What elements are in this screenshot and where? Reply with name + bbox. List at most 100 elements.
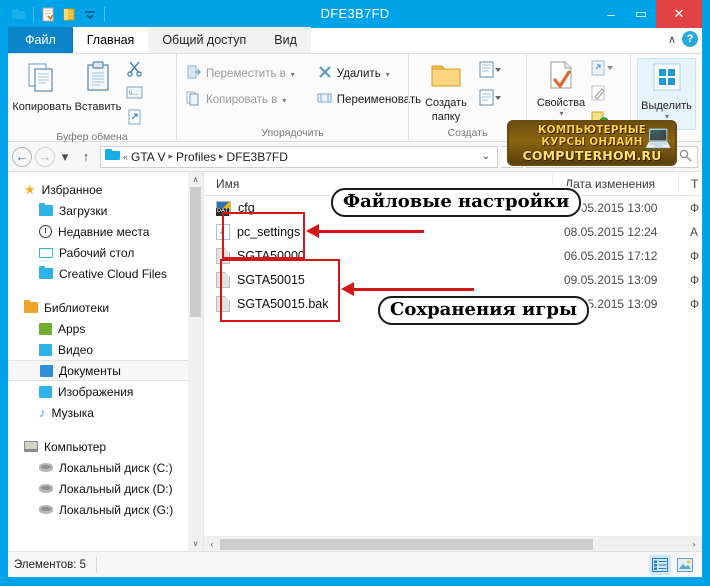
hscroll-right-button[interactable]: › <box>686 537 702 552</box>
sidebar-scroll-down-button[interactable]: ∨ <box>188 536 203 551</box>
sidebar-item-music-label: Музыка <box>51 405 94 420</box>
file-date-cell: 06.05.2015 17:12 <box>564 249 658 263</box>
breadcrumb[interactable]: « GTA V ▸ Profiles ▸ DFE3B7FD ⌄ <box>100 145 498 168</box>
minimize-button[interactable]: – <box>596 0 626 28</box>
clipboard-small-buttons: \\... <box>126 58 143 130</box>
breadcrumb-separator-1[interactable]: ▸ <box>168 151 173 162</box>
disk-icon <box>39 505 53 514</box>
sidebar-scroll-up-button[interactable]: ∧ <box>188 172 203 187</box>
documents-icon <box>40 364 53 377</box>
forward-button[interactable]: → <box>35 146 55 167</box>
sidebar-item-desktop[interactable]: Рабочий стол <box>8 242 203 263</box>
column-header-type[interactable]: Т <box>678 171 702 196</box>
history-dropdown-button[interactable]: ▾ <box>58 146 72 168</box>
paste-button[interactable]: Вставить <box>70 58 126 113</box>
sidebar-item-video[interactable]: Видео <box>8 339 203 360</box>
nav-section-computer[interactable]: Компьютер <box>8 436 203 457</box>
folder-icon <box>39 203 53 216</box>
sidebar-item-music[interactable]: ♪ Музыка <box>8 402 203 423</box>
up-button[interactable]: ↑ <box>75 146 97 168</box>
move-to-button[interactable]: Переместить в ▾ <box>183 64 298 84</box>
properties-button[interactable]: Свойства ▾ <box>533 58 589 118</box>
sidebar-item-creative-cloud-files[interactable]: Creative Cloud Files <box>8 263 203 284</box>
watermark-line1: КОМПЬЮТЕРНЫЕ <box>537 123 647 136</box>
tab-view[interactable]: Вид <box>260 27 311 53</box>
breadcrumb-item-profiles[interactable]: Profiles <box>176 150 216 164</box>
horizontal-scrollbar[interactable]: ‹ › <box>204 536 702 551</box>
breadcrumb-overflow[interactable]: « <box>123 152 128 162</box>
sidebar-item-recent-places-label: Недавние места <box>58 224 150 239</box>
breadcrumb-dropdown-icon[interactable]: ⌄ <box>482 151 493 162</box>
copy-to-icon <box>186 90 202 111</box>
watermark-line3: COMPUTERHOM.RU <box>522 147 662 163</box>
delete-caret[interactable]: ▾ <box>386 70 390 79</box>
ribbon-group-clipboard: Копировать Вставить \\... Буфер обмена <box>8 54 176 143</box>
disk-icon <box>39 463 53 472</box>
paste-shortcut-icon[interactable] <box>126 108 143 130</box>
status-separator <box>96 556 98 573</box>
help-icon[interactable]: ? <box>682 31 698 47</box>
copy-to-button[interactable]: Копировать в ▾ <box>183 90 298 110</box>
file-type-cell: Ф <box>690 201 700 215</box>
rename-icon <box>317 90 333 111</box>
video-icon <box>39 343 52 356</box>
annotation-label-settings: Файловые настройки <box>331 188 582 217</box>
select-icon <box>651 61 683 98</box>
folder-icon <box>39 266 53 279</box>
details-view-icon[interactable] <box>649 554 671 575</box>
move-to-caret[interactable]: ▾ <box>291 70 295 79</box>
file-type-cell: Ф <box>690 297 700 311</box>
sidebar-item-disk-g[interactable]: Локальный диск (G:) <box>8 499 203 520</box>
breadcrumb-separator-2[interactable]: ▸ <box>219 151 224 162</box>
nav-gap-2 <box>8 423 203 436</box>
new-item-icon[interactable] <box>479 61 501 84</box>
thumbnail-view-icon[interactable] <box>674 555 696 575</box>
back-button[interactable]: ← <box>12 146 32 167</box>
sidebar-item-pictures-label: Изображения <box>58 384 134 399</box>
hscroll-track[interactable] <box>220 537 686 552</box>
breadcrumb-item-current[interactable]: DFE3B7FD <box>227 150 288 164</box>
sidebar-item-documents-label: Документы <box>59 363 121 378</box>
copy-to-caret[interactable]: ▾ <box>282 96 286 105</box>
sidebar-item-downloads-label: Загрузки <box>59 203 108 218</box>
tab-share[interactable]: Общий доступ <box>148 27 261 53</box>
tab-home[interactable]: Главная <box>72 27 149 53</box>
sidebar-scrollbar[interactable]: ∧ ∨ <box>188 172 203 551</box>
close-button[interactable]: ✕ <box>656 0 702 28</box>
new-folder-button[interactable]: Создать папку <box>415 58 477 123</box>
copy-path-icon[interactable]: \\... <box>126 84 143 106</box>
hscroll-left-button[interactable]: ‹ <box>204 537 220 552</box>
copy-icon <box>25 60 59 99</box>
search-icon[interactable] <box>679 149 692 165</box>
nav-section-libraries[interactable]: Библиотеки <box>8 297 203 318</box>
sidebar-item-recent-places[interactable]: Недавние места <box>8 221 203 242</box>
file-date-cell: 08.05.2015 12:24 <box>564 225 658 239</box>
maximize-button[interactable]: ▭ <box>626 0 656 28</box>
breadcrumb-item-gtav[interactable]: GTA V <box>131 150 165 164</box>
clock-icon <box>39 225 52 238</box>
collapse-ribbon-icon[interactable]: ∧ <box>668 33 676 46</box>
copy-button[interactable]: Копировать <box>12 58 72 113</box>
sidebar-item-documents[interactable]: Документы <box>8 360 203 381</box>
properties-caret[interactable]: ▾ <box>559 109 563 118</box>
hscroll-thumb[interactable] <box>220 538 593 550</box>
sidebar-item-downloads[interactable]: Загрузки <box>8 200 203 221</box>
navigation-tree: ★ Избранное Загрузки Недавние места Рабо… <box>8 172 203 520</box>
sidebar-item-disk-c-label: Локальный диск (C:) <box>59 460 173 475</box>
ribbon-group-organize-title: Упорядочить <box>261 127 324 139</box>
edit-icon[interactable] <box>591 85 613 107</box>
tab-file[interactable]: Файл <box>8 27 73 53</box>
easy-access-icon[interactable] <box>479 89 501 112</box>
arrow-head-icon <box>306 224 319 238</box>
sidebar-item-pictures[interactable]: Изображения <box>8 381 203 402</box>
annotation-arrow-saves <box>341 282 474 296</box>
apps-icon <box>39 322 52 335</box>
sidebar-item-disk-c[interactable]: Локальный диск (C:) <box>8 457 203 478</box>
open-with-icon[interactable] <box>591 60 613 82</box>
sidebar-scroll-thumb[interactable] <box>190 187 201 317</box>
sidebar-item-disk-d[interactable]: Локальный диск (D:) <box>8 478 203 499</box>
move-to-label: Переместить в <box>206 68 286 80</box>
cut-icon[interactable] <box>126 60 143 82</box>
sidebar-item-apps[interactable]: Apps <box>8 318 203 339</box>
nav-section-favorites[interactable]: ★ Избранное <box>8 179 203 200</box>
